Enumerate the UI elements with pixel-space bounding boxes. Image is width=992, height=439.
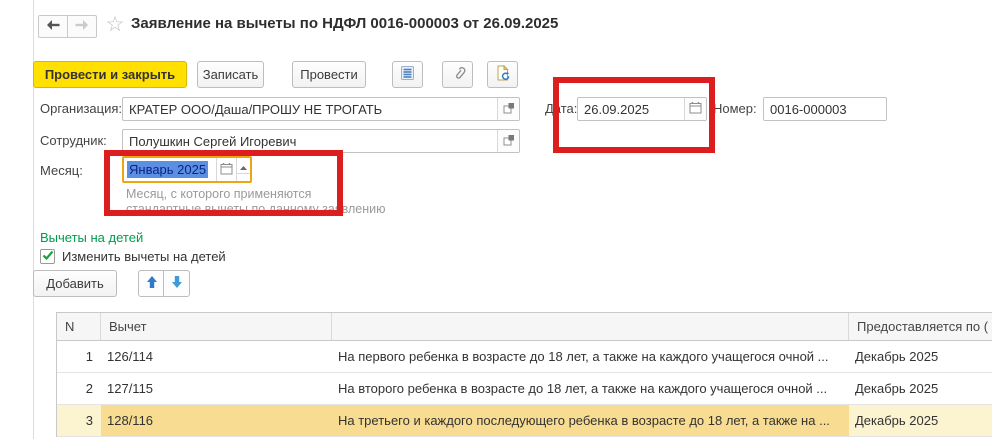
triangle-down-icon	[240, 174, 247, 183]
organization-value[interactable]: КРАТЕР ООО/Даша/ПРОШУ НЕ ТРОГАТЬ	[123, 98, 497, 120]
page-title: Заявление на вычеты по НДФЛ 0016-000003 …	[131, 15, 558, 32]
nav-buttons	[38, 15, 97, 38]
number-input[interactable]	[763, 97, 887, 121]
change-deductions-label: Изменить вычеты на детей	[62, 249, 226, 264]
date-calendar-button[interactable]	[684, 98, 706, 120]
children-section-title: Вычеты на детей	[40, 230, 143, 245]
cell-until[interactable]: Декабрь 2025	[849, 373, 992, 404]
triangle-up-icon	[240, 158, 247, 173]
date-field[interactable]: 26.09.2025	[577, 97, 707, 121]
open-choose-icon	[503, 134, 515, 149]
cell-until[interactable]: Декабрь 2025	[849, 341, 992, 372]
change-deductions-checkbox[interactable]	[40, 249, 55, 264]
month-spinner	[236, 158, 250, 181]
arrow-left-icon	[45, 19, 61, 34]
document-refresh-icon	[495, 65, 511, 84]
date-value[interactable]: 26.09.2025	[578, 98, 684, 120]
spinner-up-button[interactable]	[237, 158, 250, 174]
check-mark-icon	[42, 249, 54, 264]
cell-n[interactable]: 2	[57, 373, 101, 404]
nav-back-button[interactable]	[38, 15, 68, 38]
add-row-button[interactable]: Добавить	[33, 270, 117, 297]
nav-forward-button[interactable]	[67, 15, 97, 38]
date-label: Дата:	[545, 101, 577, 116]
employee-label: Сотрудник:	[40, 133, 107, 148]
month-label: Месяц:	[40, 163, 83, 178]
calendar-icon	[689, 101, 702, 117]
organization-choose-button[interactable]	[497, 98, 519, 120]
month-hint-line1: Месяц, с которого применяются	[126, 187, 311, 201]
arrow-down-icon	[171, 275, 183, 292]
header-description	[332, 313, 849, 340]
paperclip-icon	[446, 63, 469, 87]
number-label: Номер:	[713, 101, 757, 116]
spinner-down-button[interactable]	[237, 174, 250, 183]
cell-description[interactable]: На третьего и каждого последующего ребен…	[332, 405, 849, 436]
create-based-on-button[interactable]	[487, 61, 518, 88]
cell-n[interactable]: 3	[57, 405, 101, 436]
month-field[interactable]: Январь 2025	[122, 156, 252, 183]
cell-until[interactable]: Декабрь 2025	[849, 405, 992, 436]
table-row[interactable]: 2 127/115 На второго ребенка в возрасте …	[57, 373, 992, 405]
favorite-star-icon[interactable]: ☆	[103, 12, 127, 38]
header-provided-until: Предоставляется по (	[849, 313, 992, 340]
organization-label: Организация:	[40, 101, 122, 116]
employee-value[interactable]: Полушкин Сергей Игоревич	[123, 130, 497, 152]
employee-field[interactable]: Полушкин Сергей Игоревич	[122, 129, 520, 153]
deductions-table: N Вычет Предоставляется по ( 1 126/114 Н…	[56, 312, 992, 437]
month-hint-line2: стандартные вычеты по данному заявлению	[126, 202, 385, 216]
attachments-button[interactable]	[442, 61, 473, 88]
move-up-button[interactable]	[138, 270, 165, 297]
organization-field[interactable]: КРАТЕР ООО/Даша/ПРОШУ НЕ ТРОГАТЬ	[122, 97, 520, 121]
post-and-close-button[interactable]: Провести и закрыть	[33, 61, 187, 88]
month-value[interactable]: Январь 2025	[124, 158, 216, 181]
document-form-window: ☆ Заявление на вычеты по НДФЛ 0016-00000…	[0, 0, 992, 439]
table-row-selected[interactable]: 3 128/116 На третьего и каждого последую…	[57, 405, 992, 437]
selected-text: Январь 2025	[127, 161, 208, 178]
post-button[interactable]: Провести	[292, 61, 366, 88]
cell-n[interactable]: 1	[57, 341, 101, 372]
move-down-button[interactable]	[163, 270, 190, 297]
arrow-right-icon	[74, 19, 90, 34]
journal-button[interactable]	[392, 61, 423, 88]
write-button[interactable]: Записать	[197, 61, 264, 88]
open-choose-icon	[503, 102, 515, 117]
header-deduction: Вычет	[101, 313, 332, 340]
list-document-icon	[400, 65, 415, 84]
table-row[interactable]: 1 126/114 На первого ребенка в возрасте …	[57, 341, 992, 373]
month-calendar-button[interactable]	[216, 158, 236, 181]
cell-description[interactable]: На первого ребенка в возрасте до 18 лет,…	[332, 341, 849, 372]
calendar-icon	[220, 162, 233, 178]
arrow-up-icon	[146, 275, 158, 292]
table-header-row: N Вычет Предоставляется по (	[57, 313, 992, 341]
cell-deduction[interactable]: 126/114	[101, 341, 332, 372]
cell-deduction[interactable]: 127/115	[101, 373, 332, 404]
cell-description[interactable]: На второго ребенка в возрасте до 18 лет,…	[332, 373, 849, 404]
header-n: N	[57, 313, 101, 340]
cell-deduction[interactable]: 128/116	[101, 405, 332, 436]
employee-choose-button[interactable]	[497, 130, 519, 152]
